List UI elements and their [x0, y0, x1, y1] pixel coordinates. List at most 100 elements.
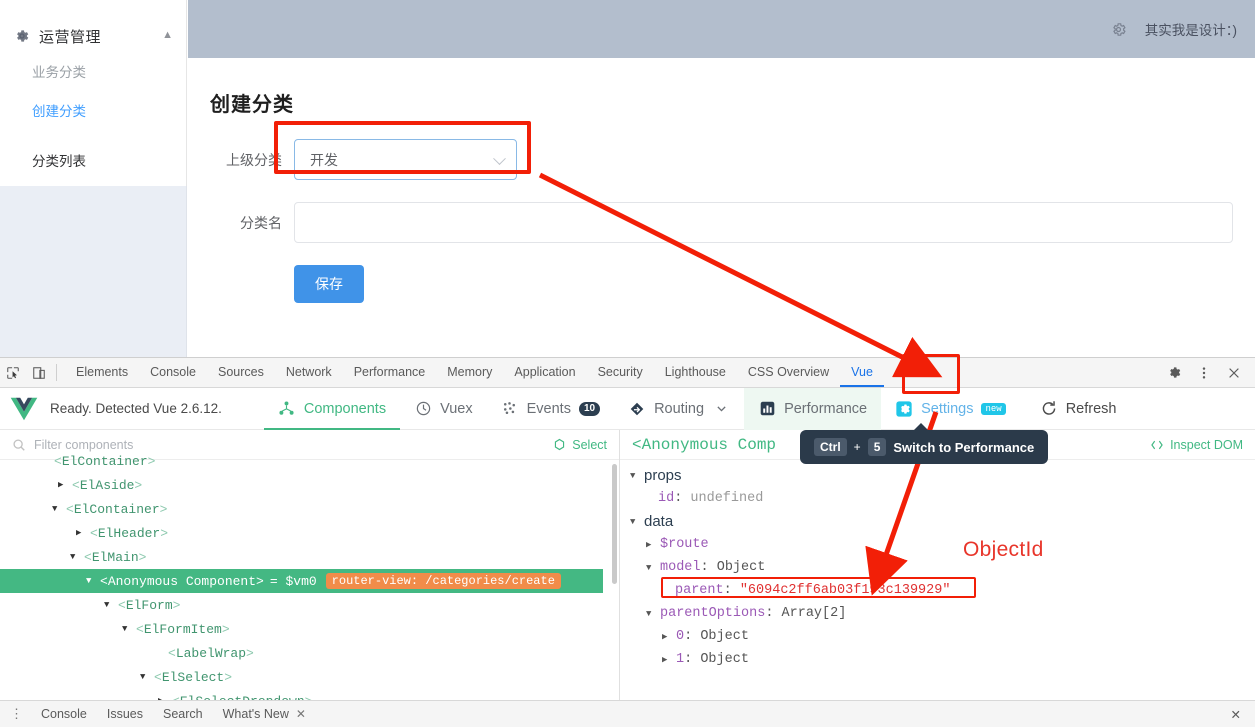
parent-category-select-value: 开发 — [310, 151, 338, 168]
tree-node-label: <ElForm> — [118, 597, 181, 613]
data-row-parent-options[interactable]: ▼ parentOptions: Array[2] — [620, 602, 1255, 625]
settings-icon — [895, 400, 913, 418]
collapse-triangle-icon[interactable]: ▼ — [630, 471, 644, 481]
data-key: 0 — [676, 629, 685, 644]
parent-category-select[interactable]: 开发 — [294, 139, 517, 180]
settings-new-badge: new — [981, 402, 1006, 415]
sidebar-group-header[interactable]: 运营管理 ▲ — [0, 18, 187, 54]
more-vertical-icon[interactable] — [1191, 360, 1217, 386]
expand-triangle-icon[interactable]: ▶ — [662, 632, 676, 642]
data-row-id[interactable]: id: undefined — [620, 487, 1255, 510]
more-vertical-icon[interactable]: ⋮ — [0, 706, 31, 722]
tree-node[interactable]: ▼ <ElContainer> — [0, 497, 619, 521]
vue-tab-events[interactable]: Events 10 — [487, 388, 614, 430]
devtools-panel: Elements Console Sources Network Perform… — [0, 357, 1255, 727]
vue-tab-vuex[interactable]: Vuex — [400, 388, 487, 430]
data-key: parentOptions — [660, 606, 766, 621]
data-key: model — [660, 560, 701, 575]
collapse-triangle-icon[interactable]: ▼ — [70, 552, 84, 562]
statusbar-label: Issues — [106, 707, 144, 721]
collapse-triangle-icon[interactable]: ▼ — [140, 672, 154, 682]
tree-node[interactable]: ▼ <ElForm> — [0, 593, 619, 617]
tree-node[interactable]: <LabelWrap> — [0, 641, 619, 665]
data-row-parent[interactable]: parent: "6094c2ff6ab03f193c139929" — [620, 579, 1255, 602]
vue-tab-routing[interactable]: Routing — [614, 388, 744, 430]
devtools-tab-network[interactable]: Network — [275, 358, 343, 387]
collapse-triangle-icon[interactable]: ▼ — [646, 563, 660, 573]
tree-node-selected[interactable]: ▼ <Anonymous Component> = $vm0 router-vi… — [0, 569, 603, 593]
device-toolbar-icon[interactable] — [26, 360, 52, 386]
statusbar-tab-console[interactable]: Console — [31, 707, 97, 721]
collapse-triangle-icon[interactable]: ▼ — [104, 600, 118, 610]
sidebar-item-label: 业务分类 — [32, 65, 86, 80]
inspect-dom-button[interactable]: Inspect DOM — [1150, 438, 1243, 452]
sidebar-empty-area — [0, 186, 187, 357]
tree-node[interactable]: ▶ <ElAside> — [0, 473, 619, 497]
category-name-input[interactable] — [294, 202, 1233, 243]
tooltip-key-ctrl: Ctrl — [814, 438, 847, 456]
expand-triangle-icon[interactable]: ▶ — [646, 540, 660, 550]
vue-tab-performance[interactable]: Performance — [744, 387, 882, 430]
inspect-element-icon[interactable] — [0, 360, 26, 386]
devtools-tab-security[interactable]: Security — [587, 358, 654, 387]
tree-scrollbar[interactable] — [612, 464, 617, 584]
save-button[interactable]: 保存 — [294, 265, 364, 303]
devtools-tab-application[interactable]: Application — [503, 358, 586, 387]
devtools-tab-performance[interactable]: Performance — [343, 358, 437, 387]
vue-tab-components[interactable]: Components — [264, 388, 400, 430]
tooltip-text: Switch to Performance — [893, 439, 1035, 455]
inspector-data-tree: ▼ props id: undefined ▼ data ▶ $route ▼ … — [620, 460, 1255, 671]
sidebar-item-category-list[interactable]: 分类列表 — [0, 149, 187, 175]
devtools-tab-vue[interactable]: Vue — [840, 358, 884, 387]
data-row-route[interactable]: ▶ $route — [620, 533, 1255, 556]
tree-node-label: <ElFormItem> — [136, 621, 230, 637]
tree-node[interactable]: ▼ <ElFormItem> — [0, 617, 619, 641]
devtools-tab-sources[interactable]: Sources — [207, 358, 275, 387]
data-row-option-1[interactable]: ▶ 1: Object — [620, 648, 1255, 671]
expand-triangle-icon[interactable]: ▶ — [662, 655, 676, 665]
chevron-down-icon[interactable] — [712, 400, 730, 418]
vue-tab-refresh[interactable]: Refresh — [1026, 388, 1131, 430]
data-section-data[interactable]: ▼ data — [620, 510, 1255, 533]
header-user-text: 其实我是设计：) — [1144, 23, 1237, 38]
data-row-option-0[interactable]: ▶ 0: Object — [620, 625, 1255, 648]
tree-node[interactable]: ▼ <ElSelect> — [0, 665, 619, 689]
devtools-tab-lighthouse[interactable]: Lighthouse — [654, 358, 737, 387]
collapse-triangle-icon[interactable]: ▼ — [86, 576, 100, 586]
devtools-tab-elements[interactable]: Elements — [65, 358, 139, 387]
data-row-model[interactable]: ▼ model: Object — [620, 556, 1255, 579]
data-section-props[interactable]: ▼ props — [620, 464, 1255, 487]
data-value: "6094c2ff6ab03f193c139929" — [739, 583, 951, 598]
vue-tabs: Components Vuex Events 10 Routing Perfor… — [264, 387, 1131, 430]
vue-tab-settings[interactable]: Settings new — [881, 388, 1020, 430]
gear-icon[interactable] — [1161, 360, 1187, 386]
expand-triangle-icon[interactable]: ▶ — [76, 528, 90, 538]
tree-node[interactable]: <ElContainer> — [0, 449, 619, 473]
collapse-triangle-icon[interactable]: ▼ — [52, 504, 66, 514]
statusbar-close-drawer[interactable]: ✕ — [1231, 707, 1255, 722]
vue-tab-label: Performance — [784, 400, 868, 417]
devtools-tab-console[interactable]: Console — [139, 358, 207, 387]
tree-node-label: <ElHeader> — [90, 525, 169, 541]
collapse-triangle-icon[interactable]: ▼ — [122, 624, 136, 634]
tree-node[interactable]: ▼ <ElMain> — [0, 545, 619, 569]
expand-triangle-icon[interactable]: ▶ — [58, 480, 72, 490]
tree-node[interactable]: ▶ <ElHeader> — [0, 521, 619, 545]
collapse-triangle-icon[interactable]: ▼ — [646, 609, 660, 619]
devtools-tab-css-overview[interactable]: CSS Overview — [737, 358, 840, 387]
component-inspector-pane: <Anonymous Comp Inspect DOM ▼ props id:… — [620, 430, 1255, 708]
sidebar-item-create-category[interactable]: 创建分类 — [0, 99, 187, 125]
statusbar-label: Search — [163, 707, 203, 721]
statusbar-tab-whats-new[interactable]: What's New ✕ — [213, 707, 316, 721]
gear-icon[interactable] — [1110, 21, 1127, 38]
collapse-triangle-icon[interactable]: ▼ — [630, 517, 644, 527]
sidebar-item-business-category[interactable]: 业务分类 — [0, 60, 187, 86]
chevron-up-icon[interactable]: ▲ — [162, 29, 173, 41]
vue-tab-label: Events — [526, 400, 571, 417]
statusbar-tab-issues[interactable]: Issues — [97, 707, 153, 721]
devtools-tab-memory[interactable]: Memory — [436, 358, 503, 387]
statusbar-tab-search[interactable]: Search — [153, 707, 213, 721]
close-icon[interactable] — [1221, 360, 1247, 386]
close-icon[interactable]: ✕ — [296, 707, 306, 721]
tree-node-label: <ElContainer> — [66, 501, 168, 517]
